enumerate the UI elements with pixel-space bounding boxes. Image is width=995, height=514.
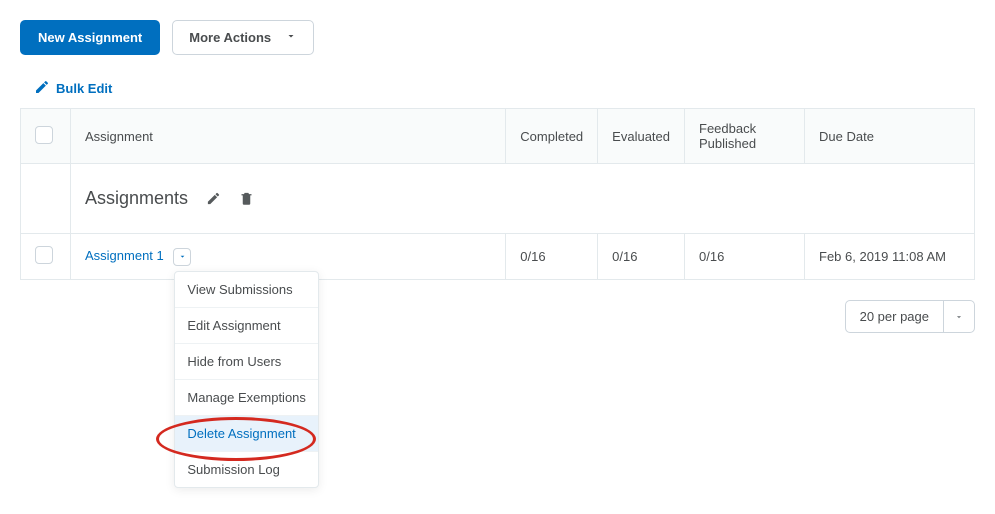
bulk-edit-label: Bulk Edit	[56, 81, 112, 96]
header-checkbox-cell	[21, 109, 71, 164]
assignment-actions-trigger[interactable]: View Submissions Edit Assignment Hide fr…	[173, 248, 191, 266]
header-due: Due Date	[805, 109, 975, 164]
cell-evaluated: 0/16	[598, 234, 685, 280]
cell-due: Feb 6, 2019 11:08 AM	[805, 234, 975, 280]
header-feedback: Feedback Published	[685, 109, 805, 164]
table-row: Assignment 1 View Submissions Edit Assig…	[21, 234, 975, 280]
assignment-link[interactable]: Assignment 1	[85, 248, 164, 263]
row-checkbox[interactable]	[35, 246, 53, 264]
new-assignment-button[interactable]: New Assignment	[20, 20, 160, 55]
delete-category-button[interactable]	[239, 191, 254, 206]
cell-completed: 0/16	[506, 234, 598, 280]
edit-category-button[interactable]	[206, 191, 221, 206]
header-assignment: Assignment	[71, 109, 506, 164]
assignment-actions-menu: View Submissions Edit Assignment Hide fr…	[174, 271, 319, 488]
assignments-table: Assignment Completed Evaluated Feedback …	[20, 108, 975, 280]
more-actions-button[interactable]: More Actions	[172, 20, 314, 55]
category-row: Assignments	[21, 164, 975, 234]
select-all-checkbox[interactable]	[35, 126, 53, 144]
chevron-down-icon	[944, 301, 974, 332]
menu-edit-assignment[interactable]: Edit Assignment	[175, 308, 318, 344]
cell-feedback: 0/16	[685, 234, 805, 280]
header-evaluated: Evaluated	[598, 109, 685, 164]
menu-view-submissions[interactable]: View Submissions	[175, 272, 318, 308]
header-completed: Completed	[506, 109, 598, 164]
pencil-icon	[34, 79, 50, 98]
menu-submission-log[interactable]: Submission Log	[175, 452, 318, 487]
menu-delete-assignment[interactable]: Delete Assignment	[175, 416, 318, 452]
per-page-select[interactable]: 20 per page	[845, 300, 975, 333]
bulk-edit-link[interactable]: Bulk Edit	[34, 79, 112, 98]
category-title-wrap: Assignments	[85, 188, 254, 209]
per-page-label: 20 per page	[846, 301, 944, 332]
menu-hide-from-users[interactable]: Hide from Users	[175, 344, 318, 380]
category-title: Assignments	[85, 188, 188, 209]
chevron-down-icon	[285, 30, 297, 45]
menu-manage-exemptions[interactable]: Manage Exemptions	[175, 380, 318, 416]
top-actions-bar: New Assignment More Actions	[20, 20, 975, 55]
more-actions-label: More Actions	[189, 30, 271, 45]
pager-row: 20 per page	[20, 300, 975, 333]
